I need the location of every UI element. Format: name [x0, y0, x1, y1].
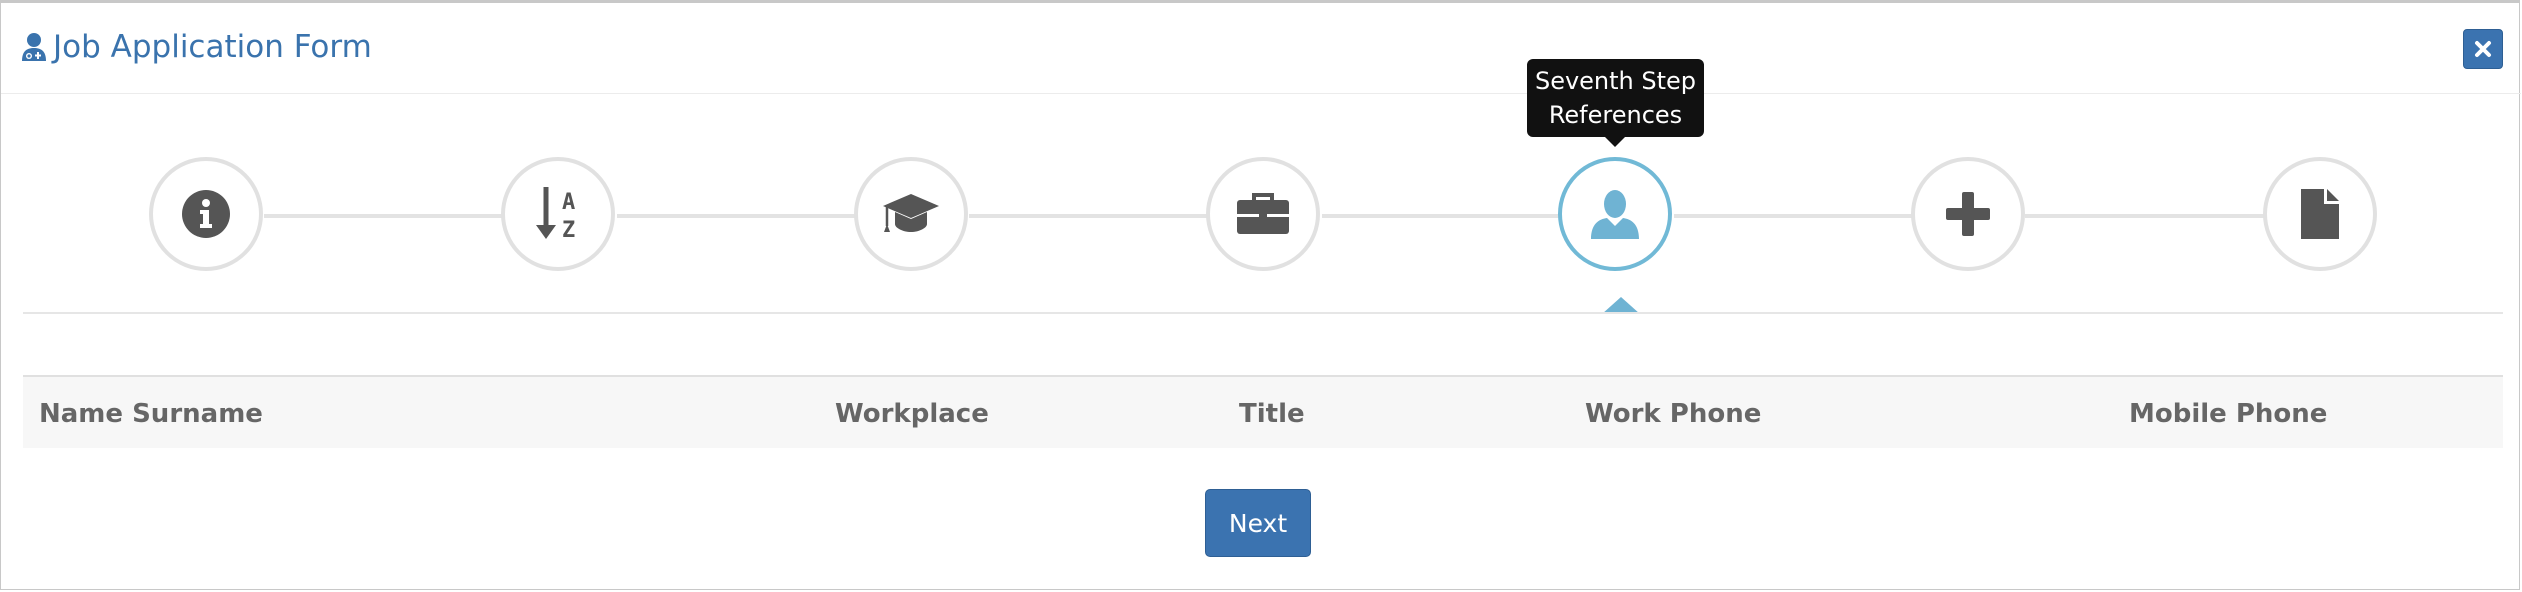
step-5-button[interactable]	[1558, 157, 1672, 271]
svg-text:Z: Z	[562, 218, 575, 243]
step-connector	[2025, 214, 2265, 218]
user-doctor-icon	[22, 33, 46, 61]
modal-header: Job Application Form	[1, 3, 2521, 94]
tooltip-arrow	[1605, 137, 1625, 147]
step-connector	[617, 214, 858, 218]
file-icon	[2301, 189, 2339, 239]
wizard-stepper: A Z	[1, 93, 2521, 314]
step-connector	[1322, 214, 1562, 218]
briefcase-icon	[1237, 193, 1289, 234]
step-7-button[interactable]	[2263, 157, 2377, 271]
step-4-button[interactable]	[1206, 157, 1320, 271]
modal-title: Job Application Form	[21, 29, 372, 65]
graduation-cap-icon	[883, 194, 939, 232]
job-application-modal: Job Application Form A Z Seventh Step Re…	[0, 0, 2521, 590]
stepper-divider	[23, 312, 2503, 314]
step-3-button[interactable]	[854, 157, 968, 271]
step-1-button[interactable]	[149, 157, 263, 271]
step-connector	[1674, 214, 1914, 218]
step-6-button[interactable]	[1911, 157, 2025, 271]
column-header-title[interactable]: Title	[1239, 399, 1305, 429]
close-icon	[2475, 41, 2491, 57]
step-connector	[264, 214, 506, 218]
svg-text:A: A	[562, 190, 575, 215]
modal-title-text: Job Application Form	[53, 29, 372, 65]
step-tooltip: Seventh Step References	[1527, 59, 1704, 137]
next-button[interactable]: Next	[1205, 489, 1311, 557]
step-2-button[interactable]: A Z	[501, 157, 615, 271]
step-connector	[969, 214, 1211, 218]
info-circle-icon	[182, 190, 230, 238]
plus-icon	[1946, 192, 1990, 236]
column-header-work-phone[interactable]: Work Phone	[1585, 399, 1761, 429]
references-table-header: Name Surname Workplace Title Work Phone …	[23, 375, 2503, 448]
column-header-workplace[interactable]: Workplace	[835, 399, 989, 429]
sort-alpha-down-icon: A Z	[536, 187, 575, 243]
user-icon	[1591, 190, 1639, 239]
tooltip-line-1: Seventh Step	[1534, 67, 1697, 95]
close-button[interactable]	[2463, 29, 2503, 69]
column-header-mobile-phone[interactable]: Mobile Phone	[2129, 399, 2327, 429]
tooltip-line-2: References	[1548, 101, 1683, 129]
column-header-name-surname[interactable]: Name Surname	[39, 399, 263, 429]
